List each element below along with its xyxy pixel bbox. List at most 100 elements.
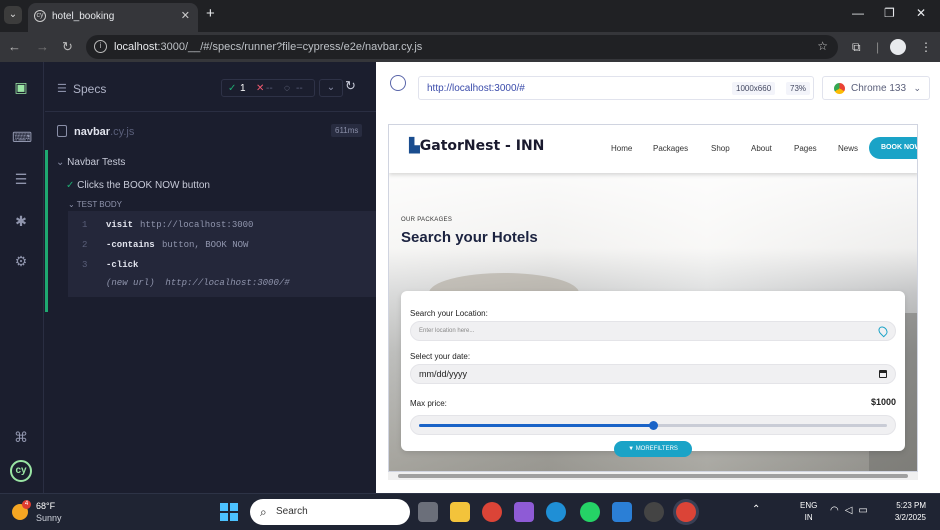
new-tab-icon[interactable]: + — [206, 5, 215, 22]
weather-badge: 4 — [22, 500, 31, 509]
test-passed-icon: ✓ — [66, 180, 78, 191]
price-slider[interactable] — [410, 415, 896, 435]
location-pin-icon — [876, 324, 890, 338]
aut-url[interactable]: http://localhost:3000/# — [427, 83, 525, 94]
temperature[interactable]: 68°F — [36, 501, 55, 511]
collapse-chevron-icon[interactable]: ⌄ — [319, 79, 343, 97]
specs-panel: ☰ Specs ✓ 1 ✕ -- ◌ -- ⌄ ↻ navbar.cy.js 6… — [45, 62, 376, 493]
window-close-icon[interactable]: ✕ — [916, 6, 926, 20]
failed-x-icon: ✕ — [256, 83, 265, 94]
failed-count: -- — [266, 83, 273, 94]
zoom-level[interactable]: 73% — [786, 82, 811, 95]
viewport-size[interactable]: 1000x660 — [732, 82, 776, 95]
suite-title[interactable]: ⌄ Navbar Tests — [56, 157, 125, 168]
taskbar-search[interactable]: ⌕ Search — [250, 499, 410, 525]
language-indicator[interactable]: ENG IN — [800, 500, 817, 524]
profile-avatar-icon[interactable] — [890, 39, 906, 55]
new-url-event[interactable]: (new url) http://localhost:3000/# — [106, 278, 290, 288]
section-eyebrow: OUR PACKAGES — [401, 217, 453, 223]
specs-title: Specs — [73, 82, 107, 96]
browser-name: Chrome 133 — [851, 83, 907, 94]
test-title[interactable]: ✓ Clicks the BOOK NOW button — [66, 180, 210, 191]
browser-selector[interactable]: Chrome 133 ⌄ — [822, 76, 930, 100]
date-label: Select your date: — [410, 352, 471, 361]
whatsapp-icon[interactable] — [580, 502, 600, 522]
brand-logo[interactable]: ▙GatorNest - INN — [409, 138, 544, 154]
rerun-icon[interactable]: ↻ — [345, 78, 356, 94]
clock[interactable]: 5:23 PM 3/2/2025 — [886, 500, 926, 524]
horizontal-scrollbar[interactable] — [388, 472, 918, 480]
nav-news[interactable]: News — [838, 144, 858, 153]
maximize-icon[interactable]: ❐ — [884, 6, 895, 20]
chrome-active-icon[interactable] — [676, 502, 696, 522]
runs-nav-icon[interactable]: ☰ — [12, 170, 30, 188]
bookmark-star-icon[interactable]: ☆ — [817, 39, 828, 53]
settings-gear-icon[interactable]: ⚙ — [12, 252, 30, 270]
back-icon[interactable]: ← — [8, 39, 21, 54]
tray-icons[interactable]: ◠◁▭ — [830, 505, 874, 516]
debug-nav-icon[interactable]: ✱ — [12, 212, 30, 230]
command-row[interactable]: 2 -contains button, BOOK NOW — [68, 235, 376, 255]
selector-playground-icon[interactable] — [390, 75, 406, 91]
scrollbar-thumb[interactable] — [398, 474, 908, 478]
keyboard-shortcuts-icon[interactable]: ⌘ — [12, 428, 30, 446]
pending-spinner-icon: ◌ — [284, 83, 290, 94]
nav-packages[interactable]: Packages — [653, 144, 688, 153]
more-filters-button[interactable]: ▼ MOREFILTERS — [614, 441, 692, 457]
nav-about[interactable]: About — [751, 144, 772, 153]
command-number: 2 — [82, 240, 88, 250]
minimize-icon[interactable]: — — [852, 6, 864, 20]
slider-handle[interactable] — [649, 421, 658, 430]
app-navbar: ▙GatorNest - INN Home Packages Shop Abou… — [389, 125, 917, 173]
tab-search-menu-icon[interactable]: ⌄ — [4, 6, 22, 24]
nav-home[interactable]: Home — [611, 144, 632, 153]
tab-close-icon[interactable]: ✕ — [181, 9, 190, 22]
browser-tab[interactable]: cy hotel_booking ✕ — [28, 3, 198, 32]
command-row[interactable]: 3 -click — [68, 255, 376, 275]
chevron-down-icon: ⌄ — [56, 157, 68, 168]
chrome-icon — [833, 82, 846, 95]
command-row[interactable]: 1 visit http://localhost:3000 — [68, 215, 376, 235]
command-name: -click — [106, 260, 139, 270]
file-explorer-icon[interactable] — [450, 502, 470, 522]
command-number: 1 — [82, 220, 88, 230]
specs-list-icon[interactable]: ☰ — [57, 82, 67, 95]
project-icon[interactable]: ▣ — [12, 78, 30, 96]
tray-overflow-icon[interactable]: ⌃ — [752, 504, 760, 515]
calendar-icon[interactable] — [879, 370, 887, 378]
vscode-icon[interactable] — [612, 502, 632, 522]
specs-nav-icon[interactable]: ⌨ — [12, 128, 32, 146]
task-view-icon[interactable] — [418, 502, 438, 522]
app-viewport: ▙GatorNest - INN Home Packages Shop Abou… — [388, 124, 918, 472]
chrome-menu-icon[interactable]: ⋮ — [920, 40, 932, 54]
aut-url-bar[interactable]: http://localhost:3000/# 1000x660 73% — [418, 76, 814, 100]
forward-icon[interactable]: → — [36, 39, 49, 54]
book-now-button[interactable]: BOOK NOW — [869, 137, 917, 159]
omnibox[interactable]: i localhost:3000/__/#/specs/runner?file=… — [86, 35, 838, 59]
omnibox-url[interactable]: localhost:3000/__/#/specs/runner?file=cy… — [114, 41, 422, 53]
command-name: visit — [106, 220, 134, 230]
test-body-label[interactable]: ⌄ TEST BODY — [68, 200, 122, 209]
passed-count: 1 — [240, 83, 246, 94]
extensions-icon[interactable]: ⧉ — [852, 40, 861, 55]
section-heading: Search your Hotels — [401, 229, 538, 246]
search-form: Search your Location: Enter location her… — [401, 291, 905, 451]
cypress-app-icon[interactable] — [644, 502, 664, 522]
weather-condition[interactable]: Sunny — [36, 513, 62, 523]
copilot-icon[interactable] — [514, 502, 534, 522]
location-placeholder: Enter location here... — [419, 328, 475, 334]
location-input[interactable]: Enter location here... — [410, 321, 896, 341]
passed-check-icon: ✓ — [228, 83, 237, 94]
edge-icon[interactable] — [546, 502, 566, 522]
nav-shop[interactable]: Shop — [711, 144, 730, 153]
site-info-icon[interactable]: i — [94, 40, 107, 53]
chrome-app-icon[interactable] — [482, 502, 502, 522]
address-toolbar: ← → ↻ i localhost:3000/__/#/specs/runner… — [0, 32, 940, 62]
hotel-logo-icon: ▙ — [409, 138, 420, 154]
aut-runner: http://localhost:3000/# 1000x660 73% Chr… — [376, 62, 940, 493]
nav-pages[interactable]: Pages — [794, 144, 817, 153]
reload-icon[interactable]: ↻ — [62, 39, 73, 55]
date-input[interactable]: mm/dd/yyyy — [410, 364, 896, 384]
windows-start-icon[interactable] — [220, 503, 238, 521]
browser-tab-bar: ⌄ cy hotel_booking ✕ + — ❐ ✕ — [0, 0, 940, 32]
